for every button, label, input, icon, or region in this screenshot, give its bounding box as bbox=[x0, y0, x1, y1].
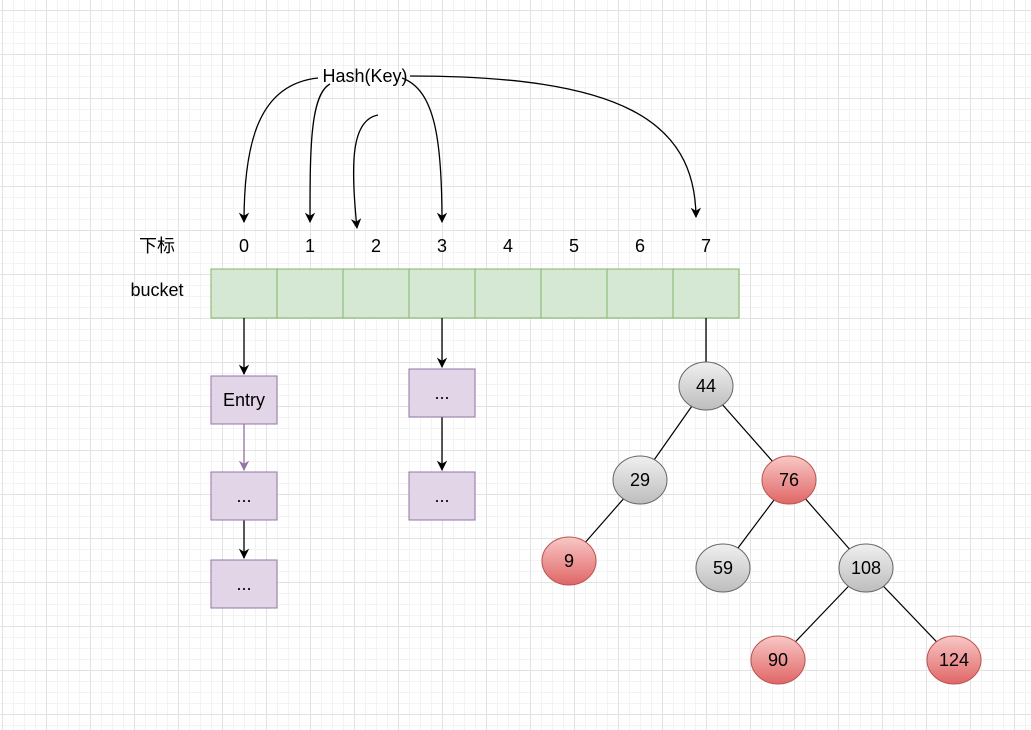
bucket-cell bbox=[408, 268, 476, 319]
index-number: 0 bbox=[239, 236, 249, 256]
entry-text: ... bbox=[236, 486, 251, 506]
entry-text: ... bbox=[434, 486, 449, 506]
tree-node-label: 108 bbox=[851, 558, 881, 578]
index-label: 下标 bbox=[139, 236, 175, 256]
index-number: 2 bbox=[371, 236, 381, 256]
index-number: 4 bbox=[503, 236, 513, 256]
hash-arrow-3 bbox=[401, 77, 448, 224]
tree-node-label: 29 bbox=[630, 470, 650, 490]
index-number: 1 bbox=[305, 236, 315, 256]
entry-text: Entry bbox=[223, 390, 265, 410]
index-number: 3 bbox=[437, 236, 447, 256]
entry-text: ... bbox=[434, 383, 449, 403]
red-black-tree: 44 29 76 9 59 108 90 124 bbox=[541, 361, 982, 685]
tree-node-label: 9 bbox=[564, 551, 574, 571]
bucket-cell bbox=[276, 268, 344, 319]
hash-arrow-7 bbox=[409, 75, 702, 219]
tree-node-label: 90 bbox=[768, 650, 788, 670]
tree-node-label: 44 bbox=[696, 376, 716, 396]
tree-node-label: 124 bbox=[939, 650, 969, 670]
hash-arrow-1 bbox=[304, 83, 331, 224]
tree-node-label: 59 bbox=[713, 558, 733, 578]
bucket-cell bbox=[540, 268, 608, 319]
index-number: 6 bbox=[635, 236, 645, 256]
chain-0: Entry ... ... bbox=[210, 375, 278, 609]
bucket-label: bucket bbox=[130, 280, 183, 300]
index-number: 7 bbox=[701, 236, 711, 256]
index-number: 5 bbox=[569, 236, 579, 256]
bucket-cell bbox=[210, 268, 278, 319]
hash-label: Hash(Key) bbox=[322, 66, 407, 86]
hash-arrow-0 bbox=[238, 77, 319, 224]
hashmap-diagram: Hash(Key) 下标 bucket 0 1 2 3 4 5 6 7 Entry ... .… bbox=[130, 66, 982, 685]
bucket-cell bbox=[606, 268, 674, 319]
entry-text: ... bbox=[236, 574, 251, 594]
bucket-cell bbox=[672, 268, 740, 319]
bucket-cell bbox=[474, 268, 542, 319]
bucket-cell bbox=[342, 268, 410, 319]
tree-node-label: 76 bbox=[779, 470, 799, 490]
hash-arrow-2 bbox=[350, 114, 379, 230]
